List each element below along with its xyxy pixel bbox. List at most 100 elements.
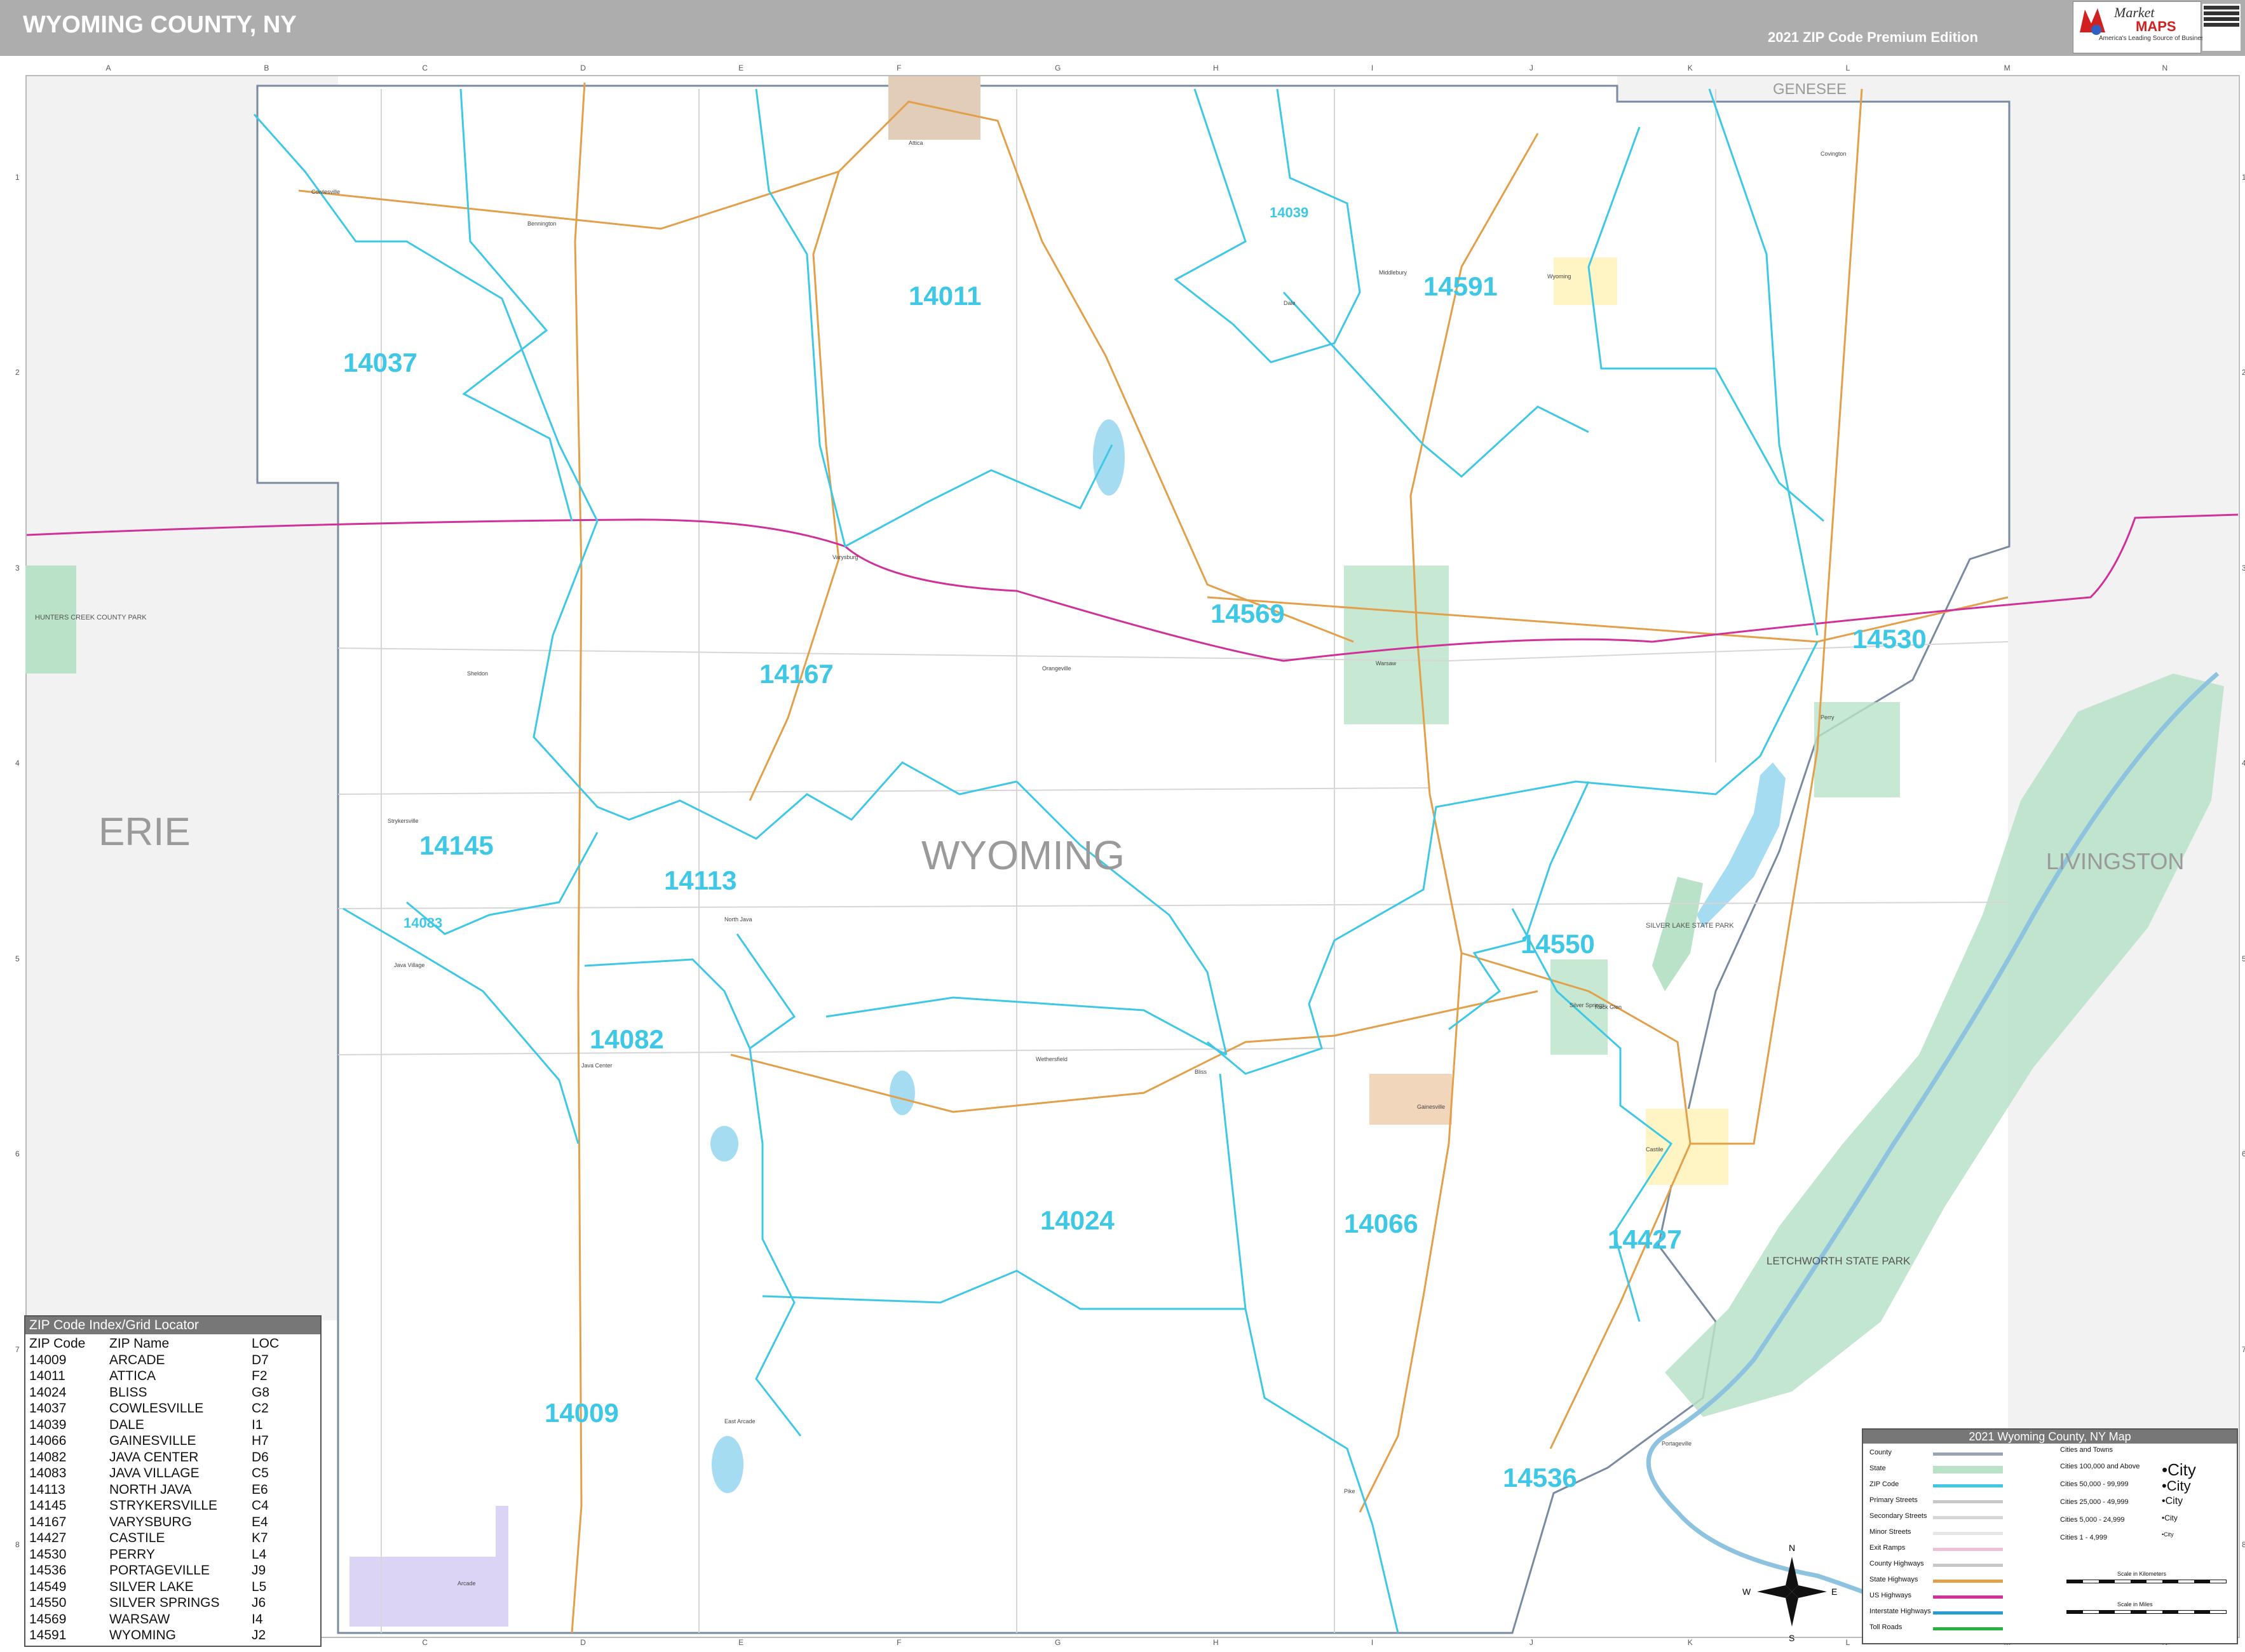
zip-code-label: 14569 bbox=[1211, 599, 1285, 628]
zip-code-label: 14083 bbox=[404, 915, 442, 931]
grid-locator-cell: D7 bbox=[252, 1352, 269, 1367]
scale-mi-bar bbox=[2066, 1610, 2227, 1614]
grid-locator-cell: C5 bbox=[252, 1466, 269, 1480]
legend-item-label: US Highways bbox=[1869, 1592, 1912, 1599]
lake-water bbox=[712, 1436, 743, 1493]
zip-name-cell: DALE bbox=[109, 1417, 144, 1432]
zip-code-label: 14082 bbox=[590, 1024, 664, 1054]
zip-code-cell: 14011 bbox=[29, 1369, 65, 1383]
grid-locator-cell: H7 bbox=[252, 1433, 269, 1448]
zip-code-label: 14145 bbox=[419, 830, 494, 860]
column-header: LOC bbox=[252, 1336, 280, 1351]
zip-code-label: 14009 bbox=[545, 1398, 619, 1428]
legend-city-size-label: Cities 5,000 - 24,999 bbox=[2060, 1516, 2125, 1524]
place-label: Covington bbox=[1821, 151, 1847, 157]
place-label: Bliss bbox=[1195, 1069, 1207, 1075]
legend-swatch bbox=[1933, 1466, 2003, 1473]
legend-swatch bbox=[1933, 1611, 2003, 1615]
zip-code-cell: 14145 bbox=[29, 1498, 67, 1513]
zip-index-table: ZIP Code ZIP Name LOC 14009 ARCADE D7 14011… bbox=[29, 1336, 279, 1644]
zip-index-row: 14145 STRYKERSVILLE C4 bbox=[29, 1498, 279, 1514]
place-label: Cowlesville bbox=[311, 189, 340, 195]
legend-item-label: State bbox=[1869, 1465, 1886, 1472]
county-label-genesee: GENESEE bbox=[1773, 81, 1847, 98]
legend-city-sample: •City bbox=[2162, 1513, 2178, 1522]
place-label: Rock Glen bbox=[1595, 1004, 1622, 1010]
zip-name-cell: SILVER SPRINGS bbox=[109, 1595, 220, 1610]
zip-index-row: 14039 DALE I1 bbox=[29, 1417, 279, 1433]
zip-name-cell: PERRY bbox=[109, 1547, 155, 1562]
place-label: Gainesville bbox=[1417, 1104, 1445, 1110]
place-label: Orangeville bbox=[1042, 665, 1071, 672]
legend-swatch bbox=[1933, 1564, 2003, 1567]
grid-locator-cell: I1 bbox=[252, 1417, 263, 1432]
grid-locator-cell: J9 bbox=[252, 1563, 266, 1578]
zip-code-cell: 14569 bbox=[29, 1611, 67, 1627]
legend-city-size-label: Cities 25,000 - 49,999 bbox=[2060, 1498, 2129, 1506]
zip-name-cell: NORTH JAVA bbox=[109, 1482, 192, 1497]
grid-locator-cell: L5 bbox=[252, 1579, 267, 1594]
scale-mi-label: Scale in Miles bbox=[2117, 1601, 2153, 1608]
place-label: Attica bbox=[909, 140, 923, 146]
zip-index-row: 14113 NORTH JAVA E6 bbox=[29, 1482, 279, 1498]
zip-code-cell: 14536 bbox=[29, 1563, 67, 1578]
zip-code-cell: 14039 bbox=[29, 1417, 67, 1432]
grid-locator-cell: J2 bbox=[252, 1628, 266, 1642]
zip-code-label: 14530 bbox=[1852, 624, 1927, 654]
column-header: ZIP Code bbox=[29, 1336, 86, 1351]
place-label: North Java bbox=[724, 916, 752, 923]
zip-code-cell: 14167 bbox=[29, 1514, 67, 1529]
place-label: Bennington bbox=[527, 220, 557, 227]
map-canvas: 1403714011140391459114569145301416714145… bbox=[25, 76, 2239, 1643]
park-label-letchworth: LETCHWORTH STATE PARK bbox=[1767, 1255, 1911, 1267]
place-label: Wethersfield bbox=[1036, 1056, 1068, 1062]
place-label: Warsaw bbox=[1376, 660, 1397, 667]
legend-city-size-label: Cities 50,000 - 99,999 bbox=[2060, 1480, 2129, 1488]
legend-item-label: County bbox=[1869, 1449, 1892, 1456]
pond-water bbox=[890, 1071, 915, 1115]
zip-name-cell: PORTAGEVILLE bbox=[109, 1563, 210, 1578]
park-label-silver-lake: SILVER LAKE STATE PARK bbox=[1646, 922, 1734, 930]
svg-text:N: N bbox=[1789, 1543, 1795, 1553]
place-label: Strykersville bbox=[388, 818, 419, 824]
zip-index-header-row: ZIP Code ZIP Name LOC bbox=[29, 1336, 279, 1352]
legend-city-sample: •City bbox=[2162, 1478, 2191, 1494]
column-header: ZIP Name bbox=[109, 1336, 170, 1351]
zip-index-title: ZIP Code Index/Grid Locator bbox=[25, 1317, 320, 1334]
zip-code-cell: 14530 bbox=[29, 1547, 67, 1562]
legend-city-header: Cities and Towns bbox=[2060, 1446, 2113, 1454]
legend-city-size-label: Cities 100,000 and Above bbox=[2060, 1463, 2140, 1470]
compass-rose-icon: N S E W bbox=[1742, 1543, 1837, 1643]
legend-swatch bbox=[1933, 1595, 2003, 1599]
legend-swatch bbox=[1933, 1532, 2003, 1535]
scale-km-label: Scale in Kilometers bbox=[2117, 1571, 2167, 1577]
legend-item-label: ZIP Code bbox=[1869, 1480, 1899, 1488]
grid-locator-cell: I4 bbox=[252, 1611, 263, 1627]
zip-index-row: 14037 COWLESVILLE C2 bbox=[29, 1400, 279, 1417]
legend-swatch bbox=[1933, 1548, 2003, 1551]
zip-index-row: 14167 VARYSBURG E4 bbox=[29, 1514, 279, 1531]
zip-index-row: 14569 WARSAW I4 bbox=[29, 1611, 279, 1628]
legend-item-label: Interstate Highways bbox=[1869, 1608, 1931, 1615]
place-label: Portageville bbox=[1662, 1440, 1692, 1447]
zip-name-cell: ATTICA bbox=[109, 1369, 156, 1383]
zip-code-label: 14591 bbox=[1423, 271, 1498, 301]
grid-locator-cell: F2 bbox=[252, 1369, 268, 1383]
county-label-erie: ERIE bbox=[98, 810, 191, 854]
zip-code-label: 14024 bbox=[1040, 1205, 1115, 1235]
zip-code-label: 14066 bbox=[1344, 1209, 1418, 1238]
zip-code-cell: 14113 bbox=[29, 1482, 65, 1497]
scale-km-bar bbox=[2066, 1580, 2227, 1583]
legend-item-label: Toll Roads bbox=[1869, 1623, 1902, 1631]
zip-code-cell: 14066 bbox=[29, 1433, 67, 1448]
reservoir-water bbox=[1093, 419, 1125, 496]
zip-name-cell: VARYSBURG bbox=[109, 1514, 192, 1529]
zip-name-cell: CASTILE bbox=[109, 1531, 165, 1545]
zip-index-row: 14009 ARCADE D7 bbox=[29, 1352, 279, 1369]
zip-code-cell: 14009 bbox=[29, 1352, 67, 1367]
place-label: Pike bbox=[1344, 1488, 1355, 1494]
legend-city-sample: •City bbox=[2162, 1460, 2196, 1479]
zip-code-cell: 14549 bbox=[29, 1579, 67, 1594]
legend-swatch bbox=[1933, 1500, 2003, 1503]
zip-index-row: 14082 JAVA CENTER D6 bbox=[29, 1449, 279, 1466]
